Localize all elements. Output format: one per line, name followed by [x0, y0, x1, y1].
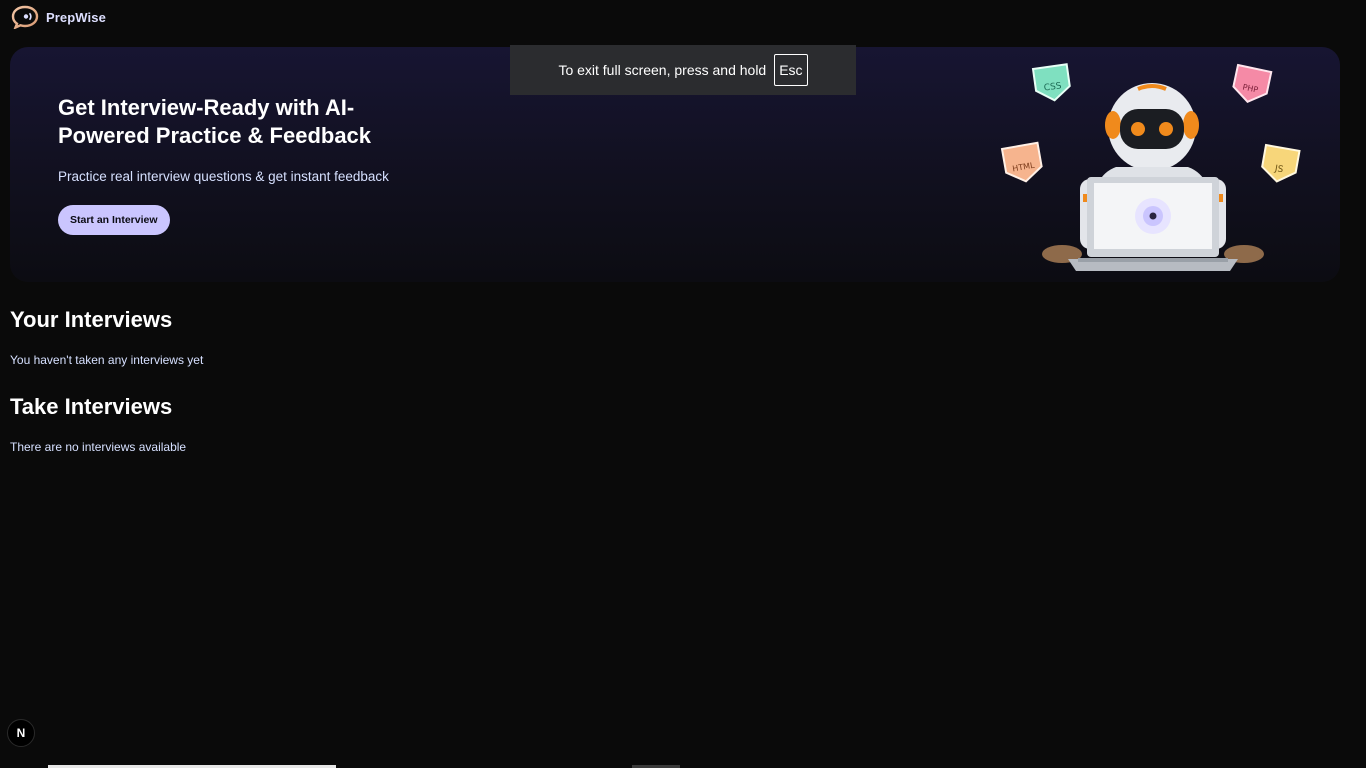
chat-bubble-logo-icon	[11, 5, 39, 29]
robot-illustration: CSS PHP HTML JS	[1000, 63, 1301, 271]
laptop	[1068, 177, 1238, 271]
your-interviews-title: Your Interviews	[10, 307, 173, 332]
dev-tools-button[interactable]: N	[7, 719, 35, 747]
page: PrepWise Get Interview-Ready with AI-Pow…	[0, 0, 1366, 768]
take-interviews-title: Take Interviews	[10, 394, 173, 419]
css-badge: CSS	[1031, 63, 1071, 102]
robot-head	[1105, 83, 1199, 171]
fullscreen-notice-text: To exit full screen, press and hold	[558, 62, 767, 78]
esc-key: Esc	[774, 54, 808, 86]
hero-subtitle: Practice real interview questions & get …	[58, 169, 389, 184]
your-interviews-empty: You haven't taken any interviews yet	[10, 353, 204, 367]
html-badge: HTML	[1000, 141, 1043, 183]
hero-title: Get Interview-Ready with AI-Powered Prac…	[58, 95, 372, 148]
php-badge: PHP	[1232, 63, 1273, 103]
brand-logo[interactable]: PrepWise	[10, 4, 106, 30]
brand-name: PrepWise	[46, 9, 106, 25]
js-badge: JS	[1261, 143, 1301, 183]
fullscreen-exit-notice: To exit full screen, press and hold Esc	[510, 45, 856, 95]
take-interviews-empty: There are no interviews available	[10, 440, 187, 454]
start-interview-button[interactable]: Start an Interview	[58, 205, 170, 235]
